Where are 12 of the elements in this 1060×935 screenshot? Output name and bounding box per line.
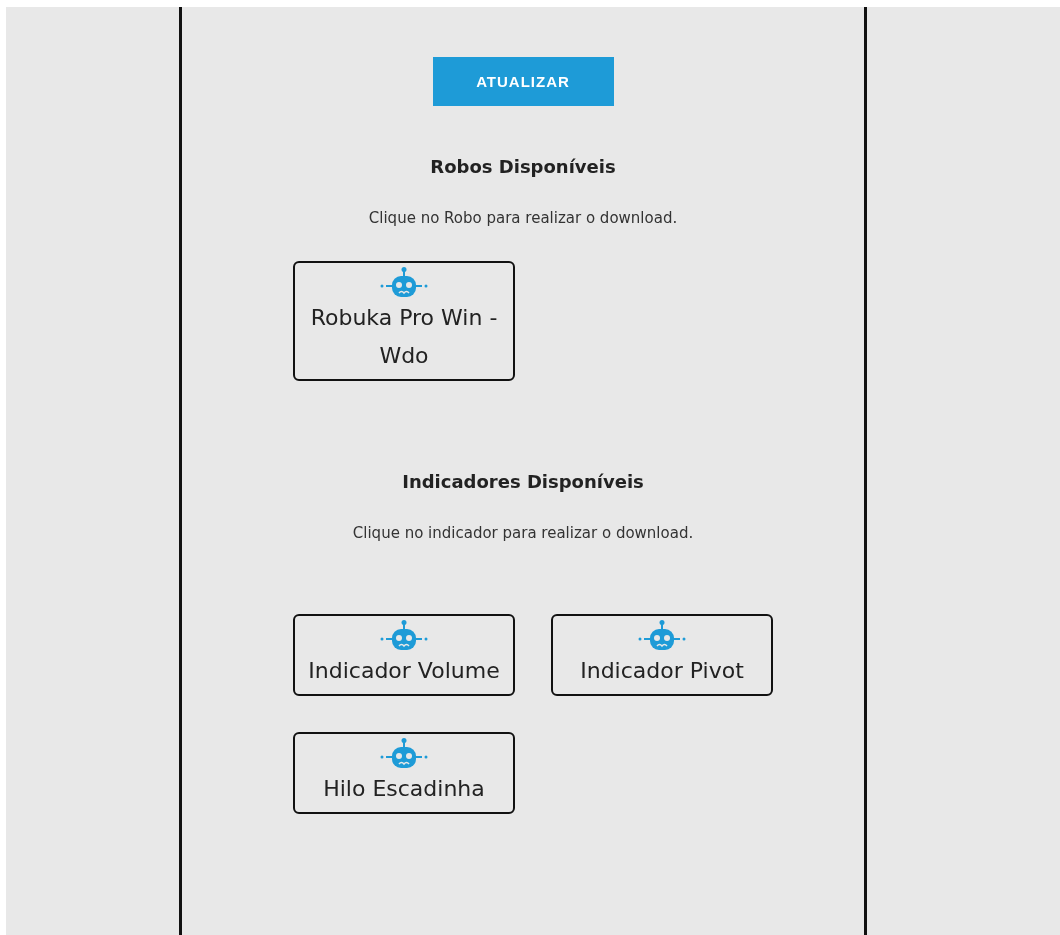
robot-icon xyxy=(378,267,430,299)
download-card[interactable]: Hilo Escadinha xyxy=(293,732,515,814)
section-title: Robos Disponíveis xyxy=(430,156,616,177)
section-subtitle: Clique no indicador para realizar o download. xyxy=(352,524,694,542)
download-card[interactable]: Robuka Pro Win - Wdo xyxy=(293,261,515,381)
download-card[interactable]: Indicador Pivot xyxy=(551,614,773,696)
download-card[interactable]: Indicador Volume xyxy=(293,614,515,696)
robot-icon xyxy=(636,620,688,652)
robot-icon xyxy=(378,738,430,770)
section-title: Indicadores Disponíveis xyxy=(402,471,644,492)
section-subtitle: Clique no Robo para realizar o download. xyxy=(368,209,678,227)
robot-icon xyxy=(378,620,430,652)
